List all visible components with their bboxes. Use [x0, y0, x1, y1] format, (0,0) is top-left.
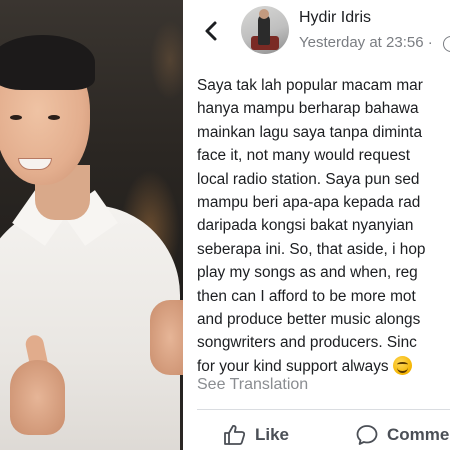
eye	[48, 115, 60, 120]
author-name[interactable]: Hydir Idris	[299, 9, 371, 27]
facebook-post: Hydir Idris Yesterday at 23:56 · Saya ta…	[183, 0, 450, 450]
hand-thumbs-up	[10, 360, 65, 435]
post-body-line: mainkan lagu saya tanpa diminta	[197, 123, 423, 141]
comment-bubble-icon	[356, 425, 378, 445]
post-body-line: and produce better music alongs	[197, 311, 421, 329]
post-body-line: songwriters and producers. Sinc	[197, 334, 417, 352]
avatar-head	[259, 9, 269, 19]
post-body-line: mampu beri apa-apa kepada rad	[197, 194, 421, 212]
eye	[10, 115, 22, 120]
like-label: Like	[255, 425, 290, 444]
divider	[197, 409, 450, 410]
post-body-line: local radio station. Saya pun sed	[197, 170, 420, 188]
hair	[0, 35, 95, 90]
background-light	[150, 20, 183, 100]
comment-button[interactable]: Comme	[355, 422, 449, 448]
post-body: Saya tak lah popular macam mar hanya mam…	[197, 74, 450, 378]
see-translation-link[interactable]: See Translation	[197, 376, 308, 394]
like-button[interactable]: Like	[223, 422, 289, 448]
post-body-line: Saya tak lah popular macam mar	[197, 77, 423, 94]
post-body-line: then can I afford to be more mot	[197, 287, 416, 305]
post-timestamp[interactable]: Yesterday at 23:56 ·	[299, 34, 433, 51]
post-body-line: face it, not many would request	[197, 147, 411, 165]
post-body-line: hanya mampu berharap bahawa	[197, 100, 419, 118]
hand-thumbs-up	[150, 300, 183, 375]
avatar-figure	[258, 15, 270, 45]
post-body-line: daripada kongsi bakat nyanyian	[197, 217, 414, 235]
smiling-face-emoji	[392, 355, 412, 375]
comment-label: Comme	[387, 425, 450, 444]
post-body-line-text: for your kind support always	[197, 357, 389, 375]
thumbs-up-icon	[224, 424, 246, 445]
author-avatar[interactable]	[241, 6, 289, 54]
post-body-line: play my songs as and when, reg	[197, 264, 418, 282]
profile-photo	[0, 0, 183, 450]
post-body-last-line: for your kind support always	[197, 355, 450, 378]
post-body-line: seberapa ini. So, that aside, i hop	[197, 240, 426, 258]
globe-icon	[443, 36, 450, 52]
chevron-left-icon[interactable]	[201, 20, 223, 42]
